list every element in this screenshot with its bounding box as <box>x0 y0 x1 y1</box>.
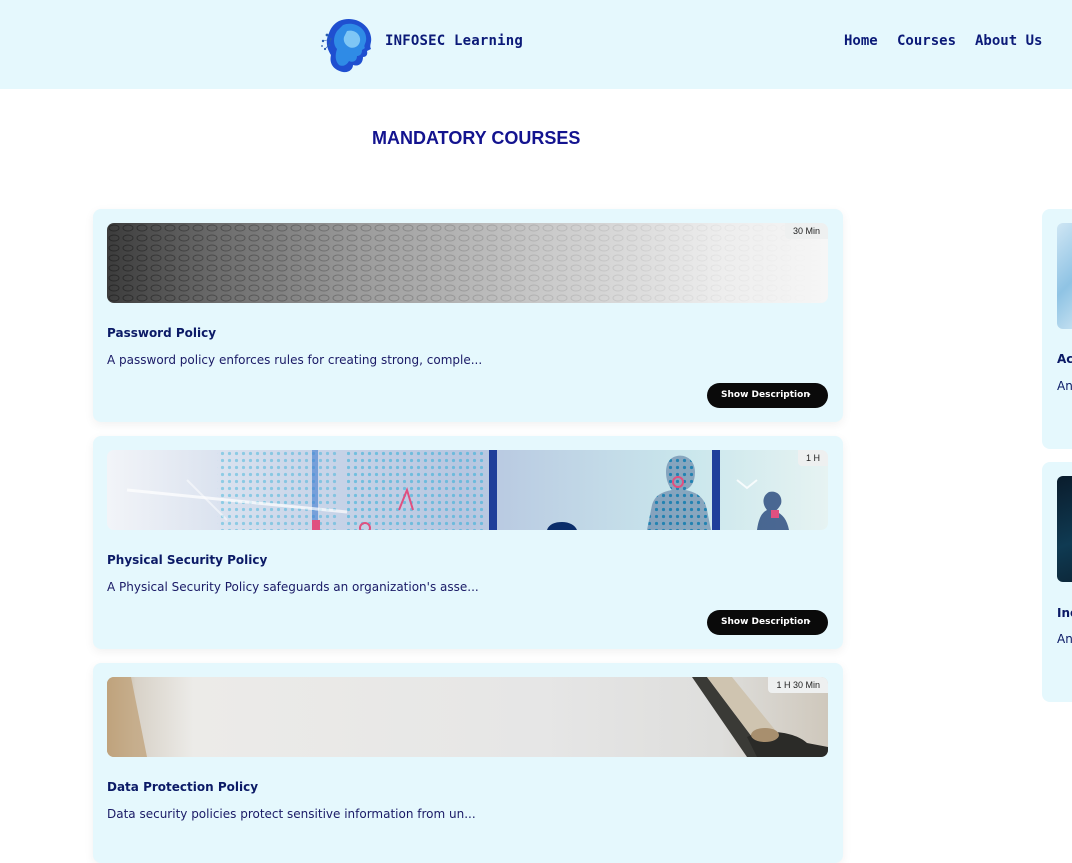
course-description: A password policy enforces rules for cre… <box>107 353 483 367</box>
course-image-texture: 30 Min <box>107 223 828 303</box>
course-card-data-protection-policy: 1 H 30 Min Data Protection Policy Data s… <box>93 663 843 863</box>
side-course-card-1: Ac An <box>1042 209 1072 449</box>
course-title: Physical Security Policy <box>107 553 268 567</box>
course-title: Password Policy <box>107 326 217 340</box>
button-label: Show Description <box>721 390 810 400</box>
side-course-card-2: Inc An <box>1042 462 1072 702</box>
nav-courses[interactable]: Courses <box>897 33 956 49</box>
show-description-button[interactable]: Show Description › <box>707 383 828 408</box>
brand-logo-icon[interactable] <box>319 15 375 73</box>
site-header: INFOSEC Learning Home Courses About Us <box>0 0 1072 89</box>
course-title: Ac <box>1057 352 1072 366</box>
section-title: MANDATORY COURSES <box>372 128 581 148</box>
chevron-right-icon: › <box>807 617 811 627</box>
course-image <box>1057 476 1072 582</box>
course-description: Data security policies protect sensitive… <box>107 807 476 821</box>
course-description: An <box>1057 632 1072 646</box>
course-description: A Physical Security Policy safeguards an… <box>107 580 479 594</box>
course-description: An <box>1057 379 1072 393</box>
duration-badge: 1 H <box>797 450 828 466</box>
brand-name[interactable]: INFOSEC Learning <box>385 33 523 49</box>
duration-badge: 1 H 30 Min <box>768 677 828 693</box>
chevron-right-icon: › <box>807 390 811 400</box>
course-card-physical-security-policy: 1 H Physical Security Policy A Physical … <box>93 436 843 649</box>
nav-about-us[interactable]: About Us <box>975 33 1042 49</box>
button-label: Show Description <box>721 617 810 627</box>
course-title: Data Protection Policy <box>107 780 259 794</box>
show-description-button[interactable]: Show Description › <box>707 610 828 635</box>
course-card-password-policy: 30 Min Password Policy A password policy… <box>93 209 843 422</box>
nav-home[interactable]: Home <box>844 33 878 49</box>
duration-badge: 30 Min <box>784 223 828 239</box>
course-title: Inc <box>1057 606 1072 620</box>
course-image-digital-people: 1 H <box>107 450 828 530</box>
course-image <box>1057 223 1072 329</box>
course-image-desk: 1 H 30 Min <box>107 677 828 757</box>
